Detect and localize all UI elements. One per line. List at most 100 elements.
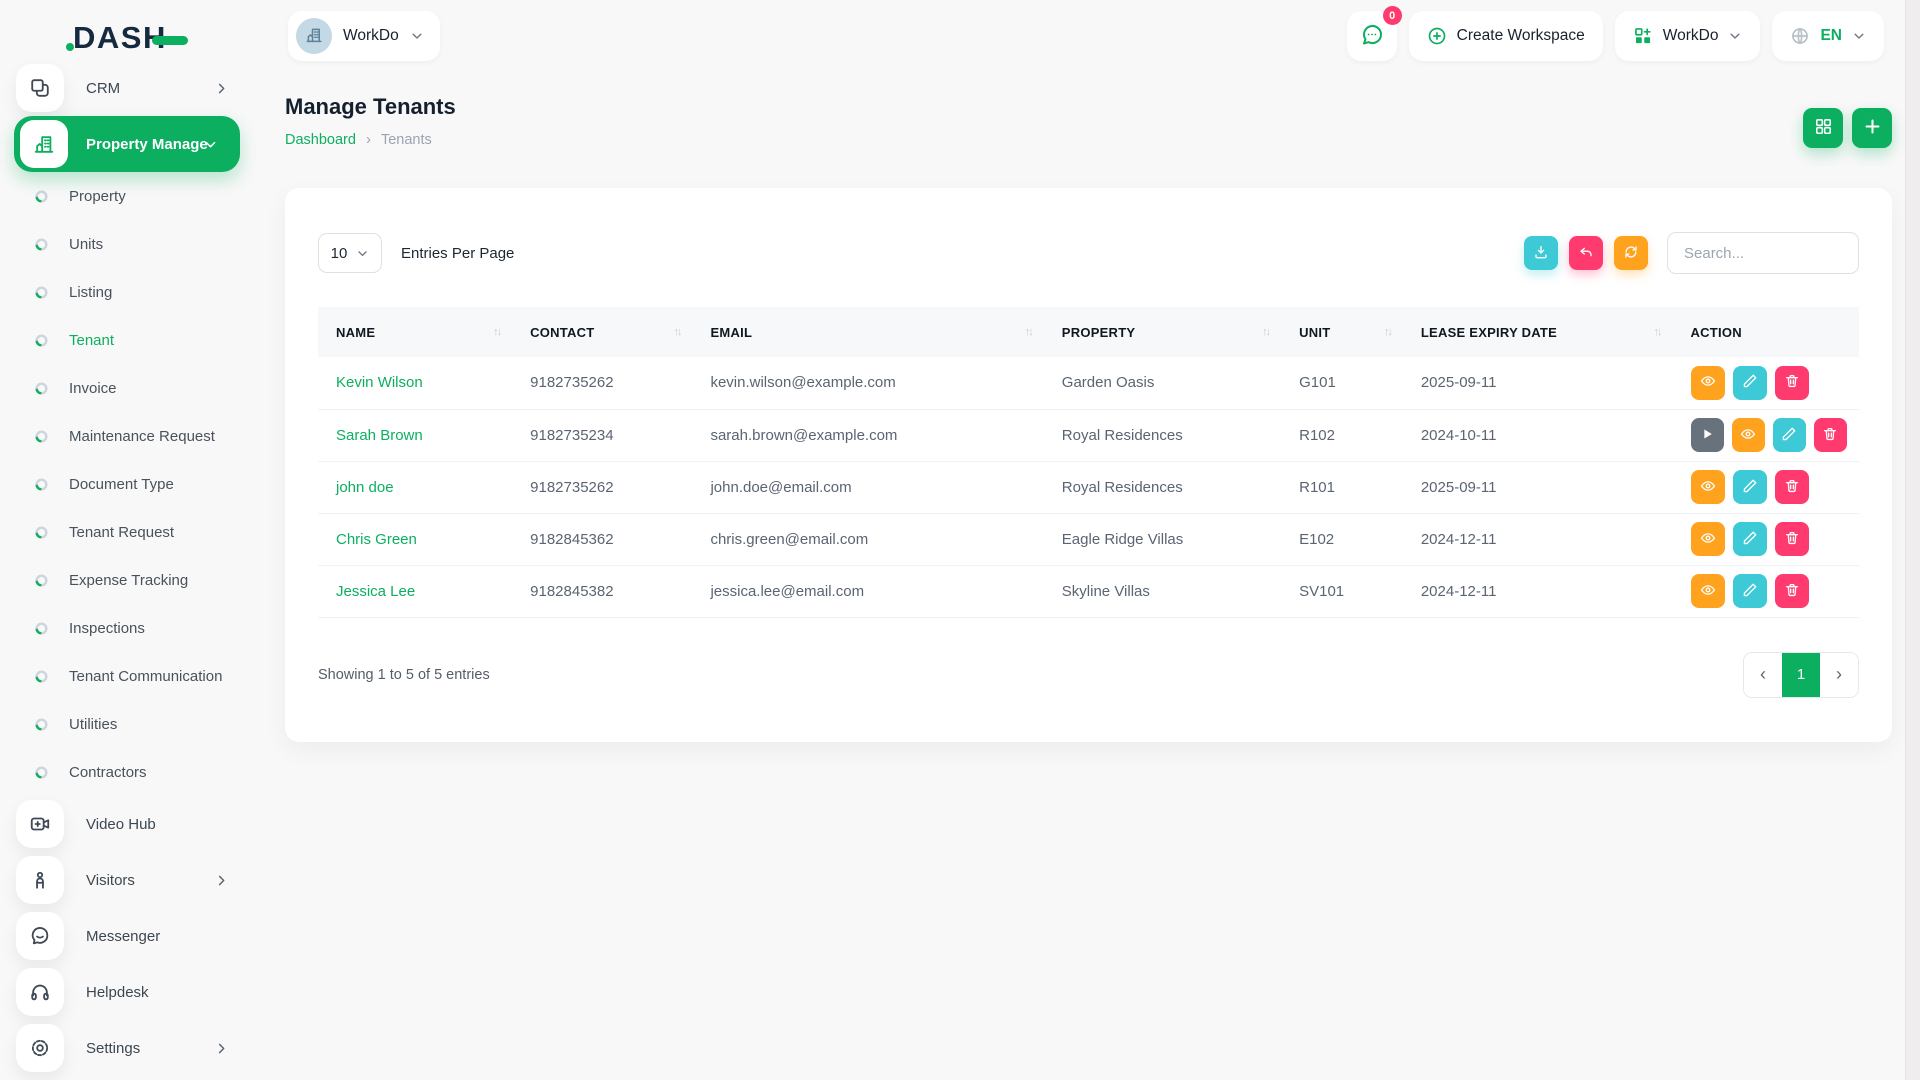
- sidebar-item-contractors[interactable]: Contractors: [0, 748, 265, 796]
- sidebar-item-document-type[interactable]: Document Type: [0, 460, 265, 508]
- edit-button[interactable]: [1733, 470, 1767, 504]
- sidebar-item-tenant[interactable]: Tenant: [0, 316, 265, 364]
- cell-email: chris.green@email.com: [692, 513, 1043, 565]
- edit-button[interactable]: [1733, 366, 1767, 400]
- sidebar-item-visitors[interactable]: Visitors: [0, 852, 265, 908]
- sidebar-item-listing[interactable]: Listing: [0, 268, 265, 316]
- sort-icon[interactable]: ↑↓: [1384, 326, 1391, 338]
- sidebar-item-property-manage[interactable]: Property Manage: [14, 116, 240, 172]
- add-tenant-button[interactable]: [1852, 108, 1892, 148]
- edit-button[interactable]: [1773, 418, 1806, 452]
- cell-lease-expiry: 2025-09-11: [1403, 357, 1673, 409]
- sort-icon[interactable]: ↑↓: [493, 326, 500, 338]
- donut-icon: [33, 236, 50, 253]
- view-button[interactable]: [1691, 470, 1725, 504]
- view-button[interactable]: [1732, 418, 1765, 452]
- sidebar-item-settings[interactable]: Settings: [0, 1020, 265, 1076]
- cell-contact: 9182735262: [512, 461, 692, 513]
- entries-per-page-select[interactable]: 10: [318, 233, 382, 273]
- sort-icon[interactable]: ↑↓: [1025, 326, 1032, 338]
- edit-button[interactable]: [1733, 574, 1767, 608]
- sidebar-item-property[interactable]: Property: [0, 172, 265, 220]
- workspace-switcher[interactable]: WorkDo: [288, 11, 440, 61]
- sidebar-item-inspections[interactable]: Inspections: [0, 604, 265, 652]
- cell-property: Eagle Ridge Villas: [1044, 513, 1281, 565]
- eye-icon: [1700, 530, 1716, 549]
- tenant-name-link[interactable]: Sarah Brown: [336, 427, 423, 444]
- column-label: UNIT: [1299, 325, 1330, 340]
- breadcrumb-dashboard-link[interactable]: Dashboard: [285, 132, 356, 148]
- next-page-button[interactable]: ›: [1820, 653, 1858, 697]
- cell-property: Skyline Villas: [1044, 565, 1281, 617]
- sidebar-item-expense-tracking[interactable]: Expense Tracking: [0, 556, 265, 604]
- sidebar-item-invoice[interactable]: Invoice: [0, 364, 265, 412]
- chevron-down-icon: [1852, 29, 1866, 43]
- messenger-icon: [16, 912, 64, 960]
- reset-button[interactable]: [1569, 236, 1603, 270]
- sidebar-item-units[interactable]: Units: [0, 220, 265, 268]
- sidebar-item-utilities[interactable]: Utilities: [0, 700, 265, 748]
- delete-button[interactable]: [1775, 574, 1809, 608]
- sidebar: CRMProperty ManagePropertyUnitsListingTe…: [0, 60, 265, 1080]
- sidebar-item-video-hub[interactable]: Video Hub: [0, 796, 265, 852]
- tenant-name-link[interactable]: Jessica Lee: [336, 583, 415, 600]
- entries-summary: Showing 1 to 5 of 5 entries: [318, 667, 490, 683]
- login-as-tenant-button[interactable]: [1691, 418, 1724, 452]
- cell-unit: E102: [1281, 513, 1403, 565]
- chevron-down-icon: [356, 247, 369, 260]
- column-label: EMAIL: [710, 325, 752, 340]
- language-selector[interactable]: EN: [1772, 11, 1884, 61]
- sort-icon[interactable]: ↑↓: [1654, 326, 1661, 338]
- tenant-name-link[interactable]: Chris Green: [336, 531, 417, 548]
- tenant-name-link[interactable]: Kevin Wilson: [336, 374, 423, 391]
- view-button[interactable]: [1691, 366, 1725, 400]
- prev-page-button[interactable]: ‹: [1744, 653, 1782, 697]
- sidebar-item-helpdesk[interactable]: Helpdesk: [0, 964, 265, 1020]
- sidebar-item-label: Video Hub: [86, 816, 156, 833]
- delete-button[interactable]: [1775, 470, 1809, 504]
- view-button[interactable]: [1691, 522, 1725, 556]
- messages-button[interactable]: 0: [1347, 11, 1397, 61]
- plus-icon: [1863, 117, 1882, 139]
- search-input[interactable]: [1667, 232, 1859, 274]
- tenant-name-link[interactable]: john doe: [336, 479, 394, 496]
- screen: DASH WorkDo 0 Create Workspace WorkDo: [0, 0, 1920, 1080]
- delete-button[interactable]: [1775, 366, 1809, 400]
- tenants-table: NAME↑↓CONTACT↑↓EMAIL↑↓PROPERTY↑↓UNIT↑↓LE…: [318, 307, 1859, 618]
- pencil-icon: [1742, 478, 1758, 497]
- sidebar-item-maintenance-request[interactable]: Maintenance Request: [0, 412, 265, 460]
- sidebar-item-label: Utilities: [69, 716, 117, 733]
- sidebar-item-crm[interactable]: CRM: [0, 60, 265, 116]
- sidebar-item-label: CRM: [86, 80, 120, 97]
- sidebar-item-messenger[interactable]: Messenger: [0, 908, 265, 964]
- column-header-property[interactable]: PROPERTY↑↓: [1044, 307, 1281, 357]
- column-header-contact[interactable]: CONTACT↑↓: [512, 307, 692, 357]
- scrollbar[interactable]: [1905, 0, 1920, 1080]
- cell-contact: 9182845382: [512, 565, 692, 617]
- page-title: Manage Tenants: [285, 94, 456, 120]
- sort-icon[interactable]: ↑↓: [1262, 326, 1269, 338]
- sort-icon[interactable]: ↑↓: [673, 326, 680, 338]
- column-header-lease-expiry-date[interactable]: LEASE EXPIRY DATE↑↓: [1403, 307, 1673, 357]
- edit-button[interactable]: [1733, 522, 1767, 556]
- grid-view-button[interactable]: [1803, 108, 1843, 148]
- sidebar-item-label: Property Manage: [86, 136, 208, 153]
- export-button[interactable]: [1524, 236, 1558, 270]
- page-1-button[interactable]: 1: [1782, 653, 1820, 697]
- delete-button[interactable]: [1775, 522, 1809, 556]
- delete-button[interactable]: [1814, 418, 1847, 452]
- create-workspace-button[interactable]: Create Workspace: [1409, 11, 1603, 61]
- sidebar-item-tenant-request[interactable]: Tenant Request: [0, 508, 265, 556]
- settings-icon: [16, 1024, 64, 1072]
- topbar-right: 0 Create Workspace WorkDo EN: [1347, 11, 1884, 61]
- apps-menu-button[interactable]: WorkDo: [1615, 11, 1761, 61]
- cell-name: Kevin Wilson: [318, 357, 512, 409]
- view-button[interactable]: [1691, 574, 1725, 608]
- column-label: NAME: [336, 325, 375, 340]
- column-header-unit[interactable]: UNIT ↑↓: [1281, 307, 1403, 357]
- column-header-email[interactable]: EMAIL ↑↓: [692, 307, 1043, 357]
- sidebar-item-tenant-communication[interactable]: Tenant Communication: [0, 652, 265, 700]
- column-header-action: ACTION: [1673, 307, 1859, 357]
- column-header-name[interactable]: NAME ↑↓: [318, 307, 512, 357]
- reload-button[interactable]: [1614, 236, 1648, 270]
